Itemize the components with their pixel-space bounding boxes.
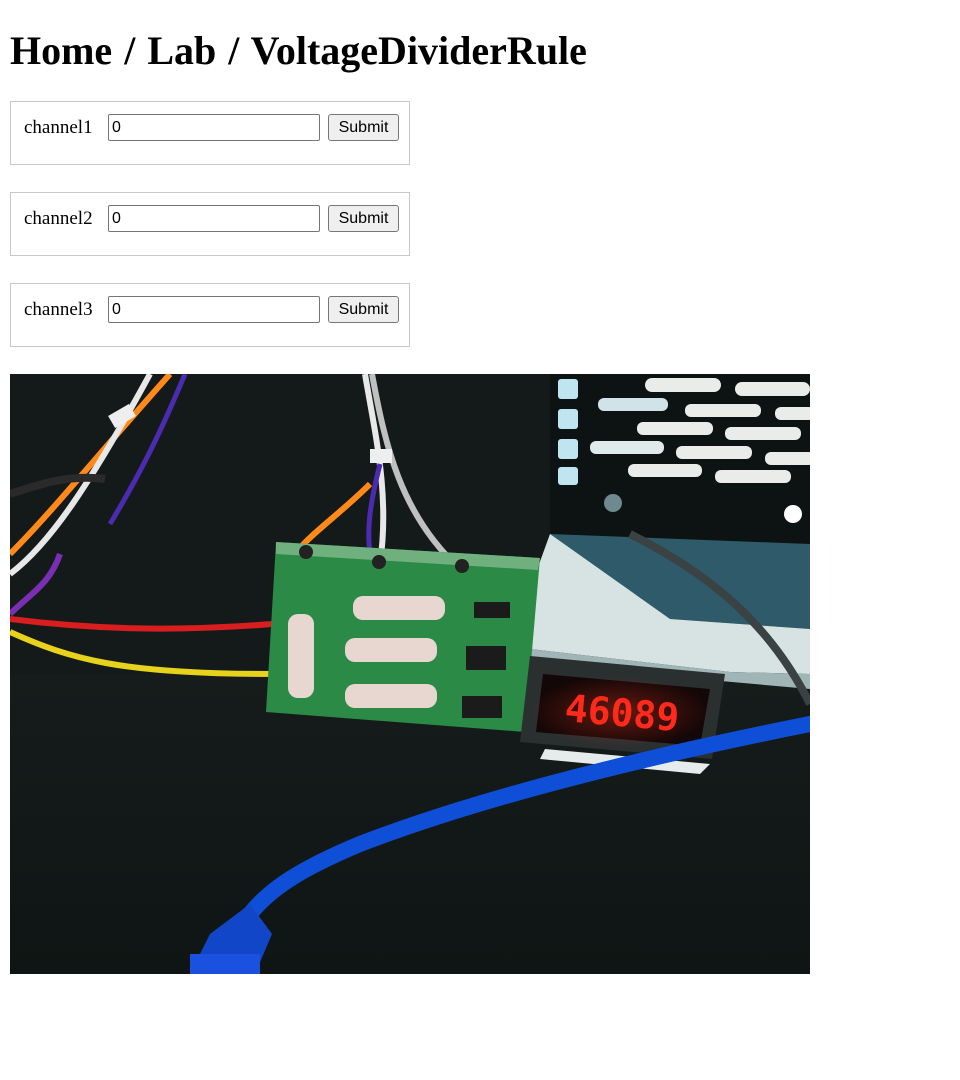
channel3-input[interactable] [108, 296, 320, 323]
channel2-form: channel2 Submit [10, 192, 410, 256]
channel1-input[interactable] [108, 114, 320, 141]
breadcrumb-lab[interactable]: Lab [147, 28, 216, 73]
breadcrumb-separator: / [124, 28, 136, 73]
channel1-submit-button[interactable]: Submit [328, 114, 399, 141]
channel3-label: channel3 [24, 299, 93, 320]
channel1-form: channel1 Submit [10, 101, 410, 165]
page-title: VoltageDividerRule [250, 28, 587, 73]
channel2-label: channel2 [24, 208, 93, 229]
channel2-submit-button[interactable]: Submit [328, 205, 399, 232]
breadcrumb: Home / Lab / VoltageDividerRule [10, 26, 587, 76]
breadcrumb-home[interactable]: Home [10, 28, 112, 73]
channel2-input[interactable] [108, 205, 320, 232]
metal-panel [550, 374, 810, 544]
channel3-submit-button[interactable]: Submit [328, 296, 399, 323]
channel1-label: channel1 [24, 117, 93, 138]
camera-feed: 46089 [10, 374, 810, 974]
breadcrumb-separator: / [228, 28, 240, 73]
resistor-board [266, 542, 540, 732]
channel3-form: channel3 Submit [10, 283, 410, 347]
camera-feed-image: 46089 [10, 374, 810, 974]
